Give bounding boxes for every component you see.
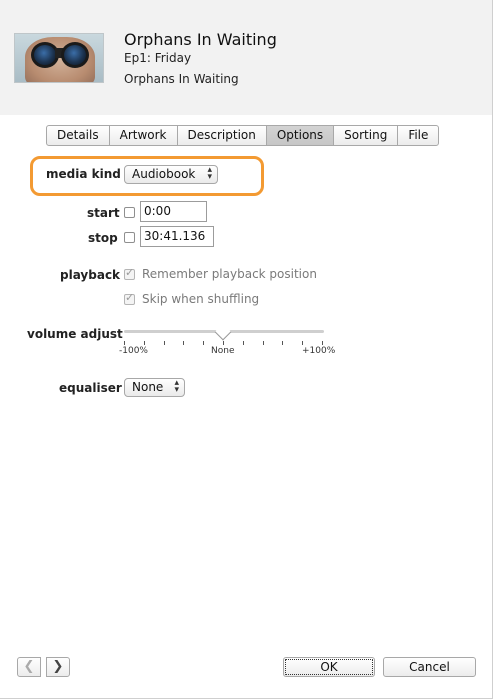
header: Orphans In Waiting Ep1: Friday Orphans I… xyxy=(0,0,492,115)
volume-tick xyxy=(223,341,224,345)
equaliser-label: equaliser xyxy=(59,381,122,395)
tab-sorting[interactable]: Sorting xyxy=(334,126,399,145)
skip-shuffling-checkbox[interactable] xyxy=(124,291,135,305)
start-label: start xyxy=(87,206,120,220)
equaliser-select[interactable]: None ▴ ▾ xyxy=(124,378,185,397)
stop-time-field[interactable]: 30:41.136 xyxy=(140,226,214,247)
volume-min-label: -100% xyxy=(119,346,148,356)
start-time-field[interactable]: 0:00 xyxy=(140,201,207,222)
tab-description[interactable]: Description xyxy=(178,126,267,145)
artwork-thumbnail[interactable] xyxy=(14,33,104,83)
remember-position-label: Remember playback position xyxy=(142,267,317,281)
equaliser-value: None xyxy=(132,380,164,394)
remember-position-checkbox[interactable] xyxy=(124,266,135,280)
cancel-button[interactable]: Cancel xyxy=(383,657,476,677)
tab-options[interactable]: Options xyxy=(266,126,335,145)
tab-details[interactable]: Details xyxy=(47,126,110,145)
volume-max-label: +100% xyxy=(302,346,336,356)
volume-tick xyxy=(322,341,323,345)
playback-label: playback xyxy=(60,268,121,282)
volume-tick xyxy=(163,341,165,345)
skip-shuffling-label: Skip when shuffling xyxy=(142,292,260,306)
start-checkbox[interactable] xyxy=(124,207,135,218)
track-title: Orphans In Waiting xyxy=(124,30,277,49)
previous-item-button[interactable]: ❮ xyxy=(17,657,41,677)
volume-adjust-label: volume adjust xyxy=(27,327,123,341)
media-kind-value: Audiobook xyxy=(132,167,196,181)
volume-slider-thumb[interactable] xyxy=(214,323,232,341)
volume-tick xyxy=(143,341,145,345)
volume-tick xyxy=(183,341,185,345)
volume-tick xyxy=(203,341,205,345)
info-window: Orphans In Waiting Ep1: Friday Orphans I… xyxy=(0,0,493,699)
volume-mid-label: None xyxy=(211,346,235,356)
volume-tick xyxy=(302,341,304,345)
volume-tick xyxy=(262,341,264,345)
tab-file[interactable]: File xyxy=(398,126,438,145)
tab-artwork[interactable]: Artwork xyxy=(110,126,178,145)
volume-tick xyxy=(124,341,125,345)
volume-tick xyxy=(282,341,284,345)
chevron-updown-icon: ▴ ▾ xyxy=(207,165,212,182)
stop-checkbox[interactable] xyxy=(124,232,135,243)
stop-label: stop xyxy=(88,231,118,245)
volume-tick xyxy=(242,341,244,345)
next-item-button[interactable]: ❯ xyxy=(46,657,70,677)
chevron-updown-icon: ▴ ▾ xyxy=(174,378,179,395)
media-kind-select[interactable]: Audiobook ▴ ▾ xyxy=(124,165,218,184)
tab-bar: Details Artwork Description Options Sort… xyxy=(46,125,440,146)
ok-button[interactable]: OK xyxy=(283,657,375,677)
track-episode: Ep1: Friday xyxy=(124,51,192,65)
binoculars-right-lens xyxy=(61,42,89,68)
media-kind-label: media kind xyxy=(46,167,121,181)
track-album: Orphans In Waiting xyxy=(124,72,239,86)
